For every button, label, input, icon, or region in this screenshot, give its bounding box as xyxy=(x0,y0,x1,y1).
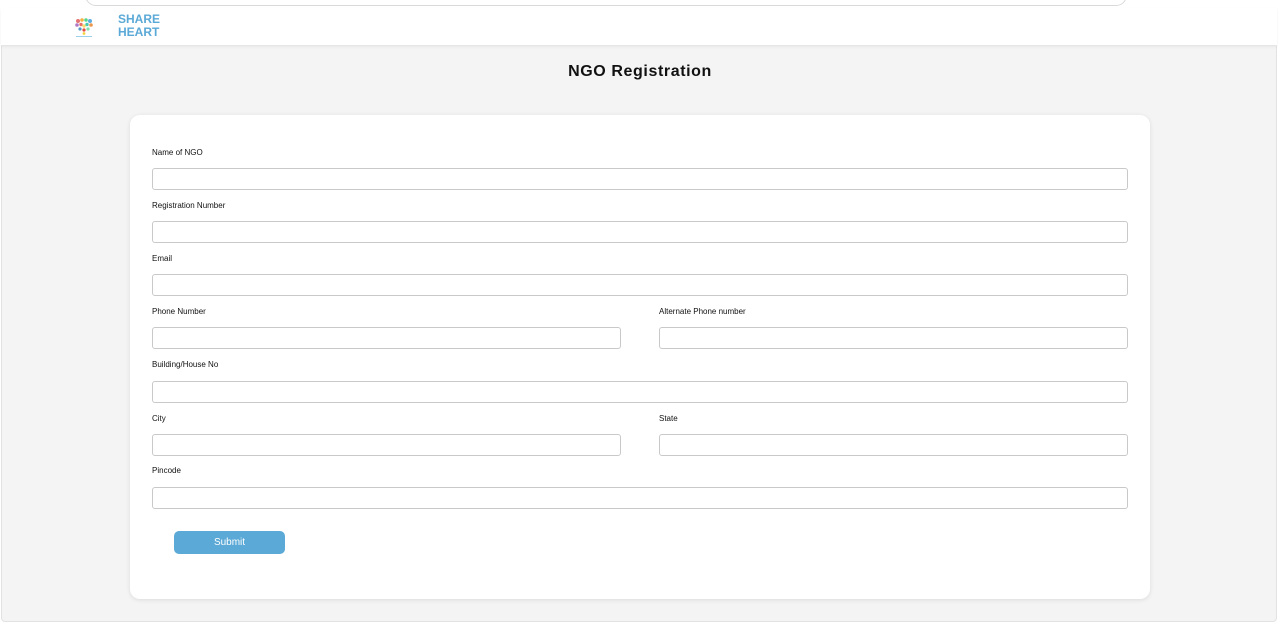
email-input[interactable] xyxy=(152,274,1128,296)
city-label: City xyxy=(152,414,166,423)
phone-number-label: Phone Number xyxy=(152,307,206,316)
brand-name[interactable]: SHARE HEART xyxy=(118,13,160,39)
registration-number-label: Registration Number xyxy=(152,201,226,210)
building-input[interactable] xyxy=(152,381,1128,403)
email-label: Email xyxy=(152,254,173,263)
heart-logo-icon[interactable] xyxy=(72,15,96,39)
city-input[interactable] xyxy=(152,434,621,456)
alternate-phone-input[interactable] xyxy=(659,327,1128,349)
building-label: Building/House No xyxy=(152,360,219,369)
state-input[interactable] xyxy=(659,434,1128,456)
page-title: NGO Registration xyxy=(568,63,712,80)
phone-number-input[interactable] xyxy=(152,327,621,349)
ngo-name-input[interactable] xyxy=(152,168,1128,190)
pincode-input[interactable] xyxy=(152,487,1128,509)
state-label: State xyxy=(659,414,678,423)
alternate-phone-label: Alternate Phone number xyxy=(659,307,746,316)
brand-line-2: HEART xyxy=(118,25,160,39)
pincode-label: Pincode xyxy=(152,466,181,475)
browser-search-bar xyxy=(85,0,1127,6)
navbar: SHARE HEART xyxy=(1,8,1277,46)
ngo-name-label: Name of NGO xyxy=(152,148,203,157)
registration-number-input[interactable] xyxy=(152,221,1128,243)
registration-form-card: Name of NGO Registration Number Email Ph… xyxy=(130,115,1150,599)
submit-button[interactable]: Submit xyxy=(174,531,285,554)
